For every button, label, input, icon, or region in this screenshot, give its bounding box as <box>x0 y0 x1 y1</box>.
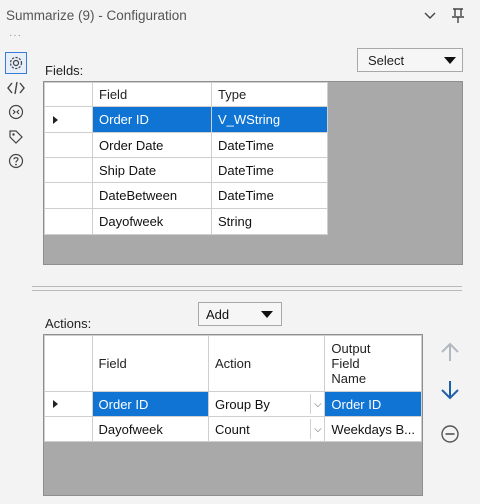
col-field-header[interactable]: Field <box>91 335 209 392</box>
type-cell[interactable]: DateTime <box>211 182 328 209</box>
col-action-header[interactable]: Action <box>207 335 326 392</box>
col-field-header[interactable]: Field <box>92 82 212 107</box>
actions-rowheader-corner <box>44 335 93 392</box>
row-selector[interactable] <box>44 182 93 209</box>
table-row[interactable]: Dayofweek Count ⌵ Weekdays B... <box>44 416 422 442</box>
actions-header-row: Field Action Output Field Name <box>44 335 422 392</box>
field-cell[interactable]: Order ID <box>91 391 209 417</box>
row-selector[interactable] <box>44 391 93 417</box>
row-selector[interactable] <box>44 157 93 183</box>
code-icon[interactable] <box>5 77 27 99</box>
action-value: Count <box>214 421 250 437</box>
actions-table: Field Action Output Field Name Order ID … <box>44 335 422 442</box>
type-cell[interactable]: DateTime <box>211 132 328 158</box>
fields-label: Fields: <box>45 63 84 78</box>
field-cell[interactable]: Order ID <box>92 106 212 133</box>
action-cell[interactable]: Group By ⌵ <box>207 391 326 417</box>
type-cell[interactable]: String <box>211 208 328 235</box>
pin-icon[interactable] <box>446 4 470 28</box>
col-type-header[interactable]: Type <box>211 82 328 107</box>
fields-grid[interactable]: Field Type Order ID V_WString Order Date… <box>43 81 463 265</box>
drag-handle-dots[interactable]: ··· <box>9 31 22 41</box>
field-cell[interactable]: Dayofweek <box>91 416 209 442</box>
row-pointer-icon <box>53 115 58 124</box>
output-cell[interactable]: Order ID <box>324 391 422 417</box>
actions-label: Actions: <box>45 316 92 331</box>
panel-splitter[interactable] <box>32 286 462 291</box>
caret-down-icon <box>261 311 273 318</box>
chevron-down-icon[interactable]: ⌵ <box>310 394 323 414</box>
tag-icon[interactable] <box>5 126 27 148</box>
chevron-down-icon[interactable]: ⌵ <box>310 419 323 439</box>
select-label: Select <box>368 52 405 68</box>
add-dropdown[interactable]: Add <box>198 302 282 326</box>
window-title: Summarize (9) - Configuration <box>6 8 187 23</box>
table-row[interactable]: Order ID V_WString <box>44 106 328 133</box>
table-row[interactable]: DateBetween DateTime <box>44 182 328 209</box>
row-selector[interactable] <box>44 132 93 158</box>
row-selector[interactable] <box>44 106 93 133</box>
row-pointer-icon <box>53 400 58 408</box>
add-label: Add <box>206 306 230 322</box>
caret-down-icon <box>444 57 456 64</box>
col-output-header[interactable]: Output Field Name <box>324 335 422 392</box>
field-cell[interactable]: Order Date <box>92 132 212 158</box>
row-selector[interactable] <box>44 416 93 442</box>
move-down-icon[interactable] <box>438 378 462 402</box>
table-row[interactable]: Order Date DateTime <box>44 132 328 158</box>
table-row[interactable]: Ship Date DateTime <box>44 157 328 183</box>
action-value: Group By <box>214 396 270 412</box>
actions-grid[interactable]: Field Action Output Field Name Order ID … <box>43 334 423 496</box>
field-cell[interactable]: DateBetween <box>92 182 212 209</box>
field-cell[interactable]: Ship Date <box>92 157 212 183</box>
row-selector[interactable] <box>44 208 93 235</box>
output-cell[interactable]: Weekdays B... <box>324 416 422 442</box>
fields-header-row: Field Type <box>44 82 328 107</box>
chevron-down-icon[interactable] <box>418 4 442 28</box>
move-up-icon[interactable] <box>438 340 462 364</box>
fields-rowheader-corner <box>44 82 93 107</box>
type-cell[interactable]: V_WString <box>211 106 328 133</box>
table-row[interactable]: Order ID Group By ⌵ Order ID <box>44 391 422 417</box>
table-row[interactable]: Dayofweek String <box>44 208 328 235</box>
gear-icon[interactable] <box>5 52 27 74</box>
select-dropdown[interactable]: Select <box>357 48 463 72</box>
remove-icon[interactable] <box>438 422 462 446</box>
help-icon[interactable] <box>5 150 27 172</box>
type-cell[interactable]: DateTime <box>211 157 328 183</box>
fields-table: Field Type Order ID V_WString Order Date… <box>44 82 328 235</box>
action-cell[interactable]: Count ⌵ <box>207 416 326 442</box>
field-cell[interactable]: Dayofweek <box>92 208 212 235</box>
title-bar: Summarize (9) - Configuration <box>0 0 480 32</box>
connection-icon[interactable] <box>5 101 27 123</box>
